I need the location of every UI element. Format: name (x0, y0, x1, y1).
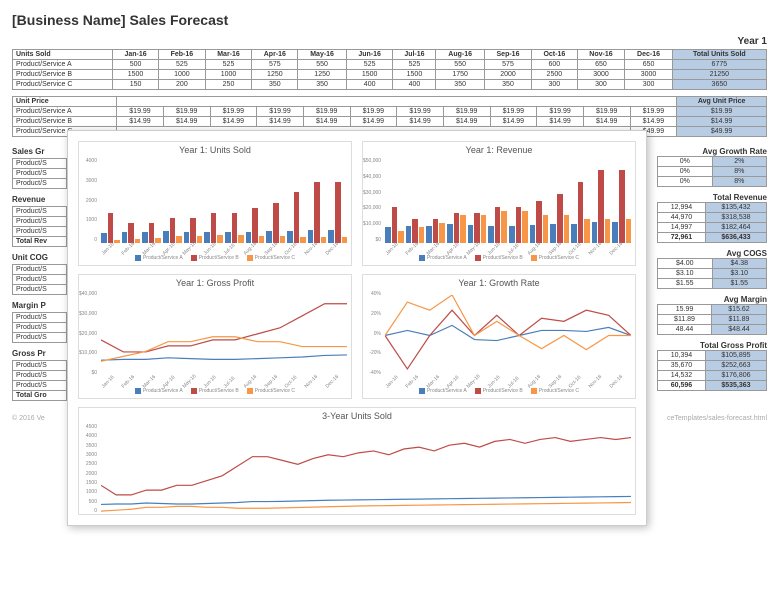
chart-revenue: Year 1: Revenue $50,000$40,000$30,000$20… (362, 141, 636, 266)
charts-popup: Year 1: Units Sold 40003000200010000 Jan… (67, 130, 647, 526)
section-header: Units Sold (13, 50, 113, 60)
year-label: Year 1 (12, 36, 767, 47)
chart-growth-rate: Year 1: Growth Rate 40%20%0%-20%-40% Jan… (362, 274, 636, 399)
chart-units-sold: Year 1: Units Sold 40003000200010000 Jan… (78, 141, 352, 266)
footer-right: ceTemplates/sales-forecast.html (667, 415, 767, 422)
footer-left: © 2016 Ve (12, 415, 45, 422)
table-row: Product/Service A50052552557555052552555… (13, 60, 767, 70)
page-title: [Business Name] Sales Forecast (12, 12, 767, 28)
table-row: Product/Service A$19.99$19.99$19.99$19.9… (13, 107, 767, 117)
table-row: Product/Service B$14.99$14.99$14.99$14.9… (13, 117, 767, 127)
table-row: Product/Service B15001000100012501250150… (13, 70, 767, 80)
table-row: Product/Service C15020025035035040040035… (13, 80, 767, 90)
units-sold-table: Units Sold Jan-16Feb-16Mar-16Apr-16May-1… (12, 49, 767, 90)
chart-three-year: 3-Year Units Sold 4500400035003000250020… (78, 407, 636, 515)
chart-gross-profit: Year 1: Gross Profit $40,000$30,000$20,0… (78, 274, 352, 399)
